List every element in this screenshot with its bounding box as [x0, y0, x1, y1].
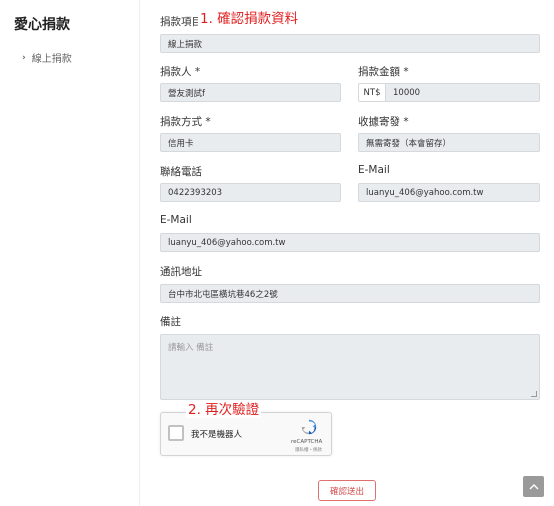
notes-placeholder: 請輸入 備註: [168, 343, 214, 353]
phone-label: 聯絡電話: [160, 166, 202, 178]
chevron-right-icon: ›: [22, 52, 26, 63]
address-field[interactable]: 台中市北屯區橫坑巷46之2號: [160, 284, 540, 303]
currency-prefix: NT$: [358, 83, 386, 102]
chevron-up-icon: [529, 484, 538, 490]
scroll-to-top-button[interactable]: [523, 476, 544, 497]
donation-item-field[interactable]: 線上捐款: [160, 34, 540, 53]
notes-textarea[interactable]: 請輸入 備註: [160, 334, 540, 400]
email-right-field[interactable]: luanyu_406@yahoo.com.tw: [358, 183, 540, 202]
recaptcha-label: 我不是機器人: [191, 430, 243, 440]
address-label: 通訊地址: [160, 266, 202, 278]
notes-label: 備註: [160, 316, 181, 328]
receipt-field[interactable]: 無需寄發（本會留存）: [358, 133, 540, 152]
sidebar-item-online-donation[interactable]: › 線上捐款: [22, 50, 72, 66]
phone-field[interactable]: 0422393203: [160, 183, 341, 202]
payment-method-field[interactable]: 信用卡: [160, 133, 341, 152]
email-field[interactable]: luanyu_406@yahoo.com.tw: [160, 233, 540, 252]
recaptcha-logo-icon: [301, 419, 317, 435]
donor-label: 捐款人 *: [160, 66, 201, 78]
sidebar: 愛心捐款 › 線上捐款: [0, 0, 140, 506]
submit-button[interactable]: 確認送出: [318, 480, 376, 501]
donor-field[interactable]: 營友測試f: [160, 83, 341, 102]
recaptcha-widget: 我不是機器人 reCAPTCHA 隱私權・條款: [160, 412, 332, 456]
resize-grip-icon[interactable]: [531, 391, 537, 397]
recaptcha-terms[interactable]: 隱私權・條款: [295, 447, 322, 453]
payment-method-label: 捐款方式 *: [160, 116, 211, 128]
email-label: E-Mail: [160, 214, 192, 226]
amount-label: 捐款金額 *: [358, 66, 409, 78]
step1-annotation: 1. 確認捐款資料: [198, 11, 301, 27]
email-right-label: E-Mail: [358, 164, 390, 176]
recaptcha-checkbox[interactable]: [168, 425, 184, 441]
recaptcha-brand: reCAPTCHA: [291, 439, 323, 445]
sidebar-item-label: 線上捐款: [31, 54, 72, 65]
amount-field[interactable]: 10000: [385, 83, 540, 102]
step2-annotation: 2. 再次驗證: [186, 402, 262, 418]
receipt-label: 收據寄發 *: [358, 116, 409, 128]
sidebar-title: 愛心捐款: [14, 17, 70, 33]
